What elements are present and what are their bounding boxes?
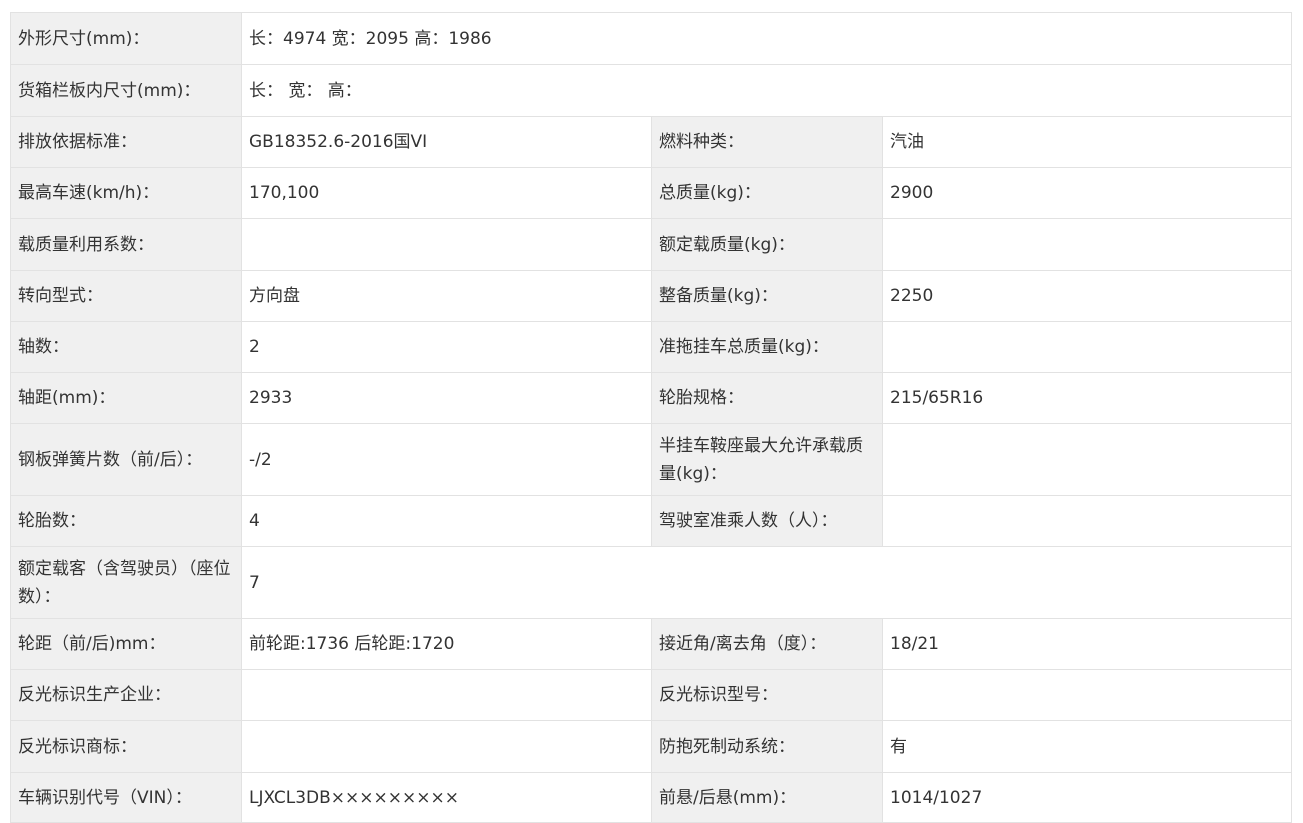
spec-row: 转向型式： 方向盘 整备质量(kg)： 2250: [10, 270, 1293, 322]
spec-label: 轴数：: [10, 321, 242, 373]
spec-label: 外形尺寸(mm)：: [10, 12, 242, 65]
spec-value: 前轮距:1736 后轮距:1720: [241, 618, 652, 670]
spec-value: -/2: [241, 423, 652, 496]
spec-label: 驾驶室准乘人数（人）：: [651, 495, 883, 547]
spec-value: [241, 218, 652, 271]
spec-label: 排放依据标准：: [10, 116, 242, 168]
spec-row: 轴距(mm)： 2933 轮胎规格： 215/65R16: [10, 372, 1293, 424]
spec-table-body: 外形尺寸(mm)： 长：4974 宽：2095 高：1986 货箱栏板内尺寸(m…: [10, 12, 1293, 823]
spec-label: 最高车速(km/h)：: [10, 167, 242, 219]
spec-row: 排放依据标准： GB18352.6-2016国VI 燃料种类： 汽油: [10, 116, 1293, 168]
spec-row: 车辆识别代号（VIN）： LJXCL3DB××××××××× 前悬/后悬(mm)…: [10, 772, 1293, 823]
spec-label: 轮胎数：: [10, 495, 242, 547]
spec-label: 燃料种类：: [651, 116, 883, 168]
spec-value: [881, 669, 1293, 721]
spec-label: 钢板弹簧片数（前/后）：: [10, 423, 242, 496]
spec-label: 准拖挂车总质量(kg)：: [651, 321, 883, 373]
spec-value: GB18352.6-2016国VI: [241, 116, 652, 168]
spec-label: 反光标识生产企业：: [10, 669, 242, 721]
spec-value: LJXCL3DB×××××××××: [241, 772, 652, 823]
spec-row: 反光标识商标： 防抱死制动系统： 有: [10, 720, 1293, 773]
spec-value: 汽油: [881, 116, 1293, 168]
spec-row: 轴数： 2 准拖挂车总质量(kg)：: [10, 321, 1293, 373]
spec-value: 4: [241, 495, 652, 547]
spec-row: 货箱栏板内尺寸(mm)： 长： 宽： 高：: [10, 64, 1293, 117]
spec-value: 170,100: [241, 167, 652, 219]
vehicle-spec-table: 外形尺寸(mm)： 长：4974 宽：2095 高：1986 货箱栏板内尺寸(m…: [10, 12, 1293, 823]
spec-row: 载质量利用系数： 额定载质量(kg)：: [10, 218, 1293, 271]
spec-label: 车辆识别代号（VIN）：: [10, 772, 242, 823]
spec-value: [881, 423, 1293, 496]
spec-label: 额定载质量(kg)：: [651, 218, 883, 271]
spec-value: 1014/1027: [881, 772, 1293, 823]
spec-value: 18/21: [881, 618, 1293, 670]
spec-value: 有: [881, 720, 1293, 773]
spec-value: 2933: [241, 372, 652, 424]
spec-value: 215/65R16: [881, 372, 1293, 424]
spec-label: 货箱栏板内尺寸(mm)：: [10, 64, 242, 117]
spec-label: 反光标识商标：: [10, 720, 242, 773]
spec-value: [881, 495, 1293, 547]
spec-value: 长： 宽： 高：: [240, 64, 1293, 117]
spec-label: 防抱死制动系统：: [651, 720, 883, 773]
spec-value: [881, 321, 1293, 373]
spec-value: 2: [241, 321, 652, 373]
spec-row: 反光标识生产企业： 反光标识型号：: [10, 669, 1293, 721]
spec-label: 轮距（前/后)mm：: [10, 618, 242, 670]
spec-row: 钢板弹簧片数（前/后）： -/2 半挂车鞍座最大允许承载质量(kg)：: [10, 423, 1293, 496]
spec-label: 轮胎规格：: [651, 372, 883, 424]
spec-row: 额定载客（含驾驶员）（座位数）： 7: [10, 546, 1293, 619]
spec-value: [881, 218, 1293, 271]
spec-value: [241, 669, 652, 721]
spec-row: 轮胎数： 4 驾驶室准乘人数（人）：: [10, 495, 1293, 547]
spec-value: 2900: [881, 167, 1293, 219]
spec-value: 长：4974 宽：2095 高：1986: [240, 12, 1293, 65]
spec-label: 接近角/离去角（度）：: [651, 618, 883, 670]
spec-value: [241, 720, 652, 773]
spec-row: 外形尺寸(mm)： 长：4974 宽：2095 高：1986: [10, 12, 1293, 65]
spec-label: 轴距(mm)：: [10, 372, 242, 424]
spec-label: 转向型式：: [10, 270, 242, 322]
spec-value: 方向盘: [241, 270, 652, 322]
spec-row: 最高车速(km/h)： 170,100 总质量(kg)： 2900: [10, 167, 1293, 219]
spec-label: 前悬/后悬(mm)：: [651, 772, 883, 823]
spec-value: 2250: [881, 270, 1293, 322]
spec-label: 总质量(kg)：: [651, 167, 883, 219]
spec-label: 额定载客（含驾驶员）（座位数）：: [10, 546, 242, 619]
spec-row: 轮距（前/后)mm： 前轮距:1736 后轮距:1720 接近角/离去角（度）：…: [10, 618, 1293, 670]
spec-label: 整备质量(kg)：: [651, 270, 883, 322]
spec-label: 载质量利用系数：: [10, 218, 242, 271]
spec-label: 半挂车鞍座最大允许承载质量(kg)：: [651, 423, 883, 496]
spec-label: 反光标识型号：: [651, 669, 883, 721]
spec-value: 7: [240, 546, 1293, 619]
